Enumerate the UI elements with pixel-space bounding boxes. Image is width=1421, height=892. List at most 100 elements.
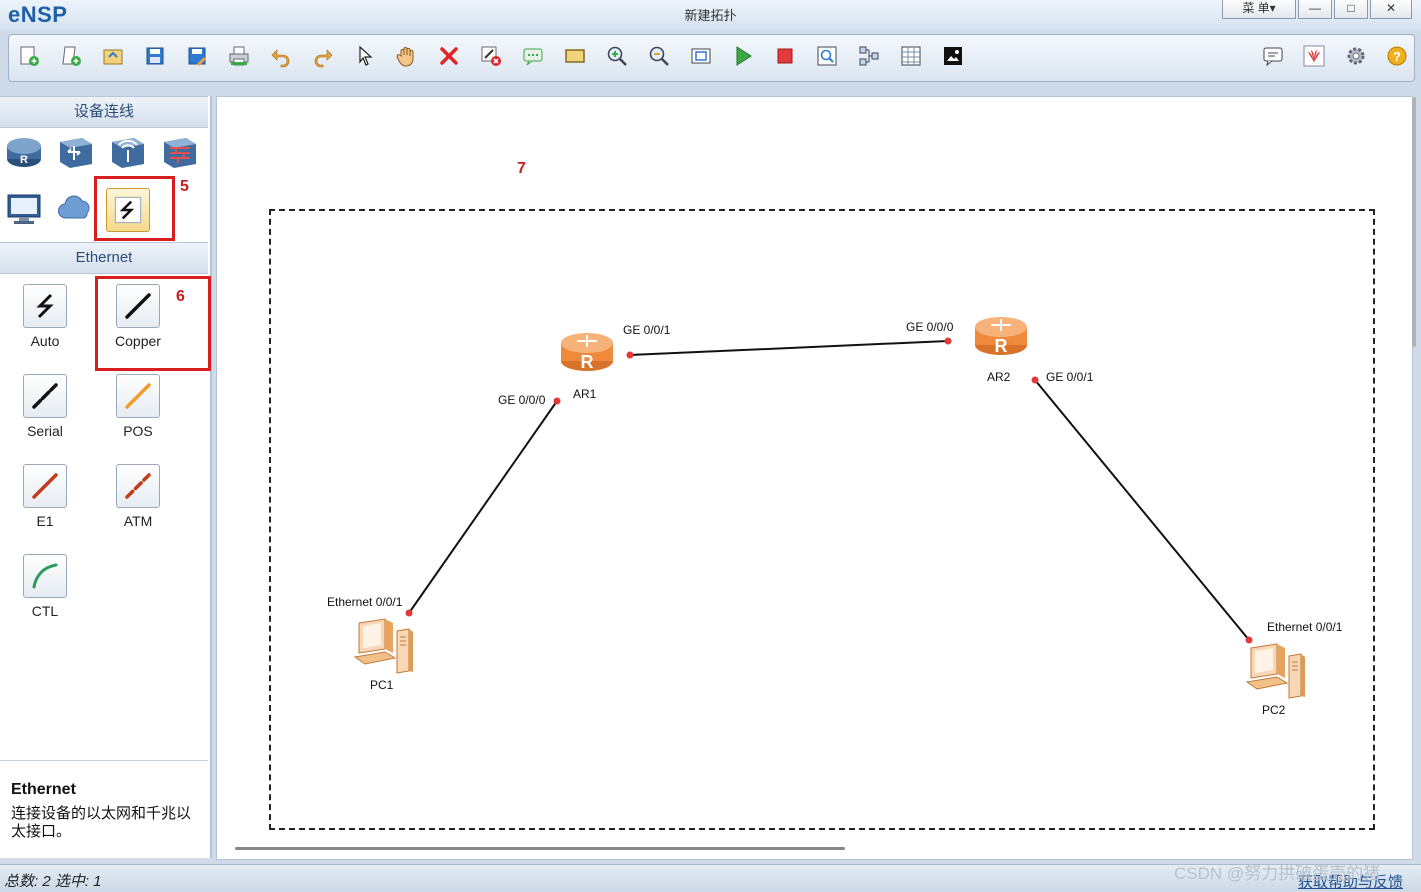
device-section-header: 设备连线 <box>0 96 208 128</box>
port-label: Ethernet 0/0/1 <box>327 595 403 609</box>
cable-pos[interactable]: POS <box>114 374 162 444</box>
cable-atm[interactable]: ATM <box>114 464 162 534</box>
router-icon: R <box>561 333 613 372</box>
switch-category-icon[interactable] <box>56 132 96 172</box>
cable-label: CTL <box>31 603 59 619</box>
window-title: 新建拓扑 <box>684 8 737 23</box>
e1-cable-icon <box>23 464 67 508</box>
horizontal-scrollbar[interactable] <box>235 847 845 850</box>
pc-pc2[interactable] <box>1243 642 1307 702</box>
port-dot <box>626 351 634 359</box>
port-dot <box>944 337 952 345</box>
links-layer <box>405 337 1253 644</box>
annotation-5: 5 <box>180 178 189 195</box>
save-as-icon[interactable] <box>185 44 209 68</box>
redo-icon[interactable] <box>311 44 335 68</box>
link-ar1-ar2 <box>629 340 949 356</box>
router-ar1[interactable]: R <box>559 327 615 375</box>
svg-text:R: R <box>995 336 1008 356</box>
text-comment-icon[interactable] <box>521 44 545 68</box>
cable-label: E1 <box>36 513 54 529</box>
atm-cable-icon <box>116 464 160 508</box>
auto-cable-icon <box>23 284 67 328</box>
highlight-box-5 <box>94 176 175 241</box>
zoom-in-icon[interactable] <box>605 44 629 68</box>
left-panel: 设备连线 R 5 Ethernet Auto Copper 6 Serial P… <box>0 96 212 858</box>
chat-icon[interactable] <box>1261 44 1285 68</box>
ar2-label: AR2 <box>987 370 1011 384</box>
capture-icon[interactable] <box>815 44 839 68</box>
menu-button[interactable]: 菜 单▾ <box>1222 0 1296 19</box>
start-icon[interactable] <box>731 44 755 68</box>
minimize-button[interactable]: — <box>1298 0 1332 19</box>
delete-icon[interactable] <box>437 44 461 68</box>
delete-links-icon[interactable] <box>479 44 503 68</box>
serial-cable-icon <box>23 374 67 418</box>
ctl-cable-icon <box>23 554 67 598</box>
cable-label: Serial <box>27 423 63 439</box>
data-table-icon[interactable] <box>899 44 923 68</box>
ar1-label: AR1 <box>573 387 597 401</box>
pan-hand-icon[interactable] <box>395 44 419 68</box>
app-name: eNSP <box>8 2 68 27</box>
cable-label: POS <box>123 423 153 439</box>
port-label: GE 0/0/1 <box>1046 370 1094 384</box>
status-bar: 总数: 2 选中: 1 获取帮助与反馈 CSDN @努力拱破蛋壳的猪 <box>0 864 1421 891</box>
port-dot <box>553 397 561 405</box>
router-ar2[interactable]: R <box>973 311 1029 359</box>
close-button[interactable]: ✕ <box>1370 0 1412 19</box>
firewall-category-icon[interactable] <box>160 132 200 172</box>
rectangle-icon[interactable] <box>563 44 587 68</box>
pc2-label: PC2 <box>1262 703 1286 717</box>
port-dot <box>1031 376 1039 384</box>
select-pointer-icon[interactable] <box>353 44 377 68</box>
new-topology-icon[interactable] <box>17 44 41 68</box>
router-category-icon[interactable]: R <box>4 132 44 172</box>
cloud-category-icon[interactable] <box>56 188 96 228</box>
save-icon[interactable] <box>143 44 167 68</box>
pos-cable-icon <box>116 374 160 418</box>
fit-view-icon[interactable] <box>689 44 713 68</box>
topology-canvas[interactable]: 7 R AR1 R AR2 PC1 PC2 GE 0/0/1 GE 0/0/0 … <box>216 96 1416 860</box>
pc-pc1[interactable] <box>351 617 415 677</box>
print-icon[interactable] <box>227 44 251 68</box>
main-toolbar: ? <box>8 34 1415 82</box>
maximize-button[interactable]: □ <box>1334 0 1368 19</box>
port-label: GE 0/0/1 <box>623 323 671 337</box>
port-label: GE 0/0/0 <box>498 393 546 407</box>
port-label: GE 0/0/0 <box>906 320 954 334</box>
router-icon: R <box>975 317 1027 356</box>
svg-text:?: ? <box>1393 49 1401 64</box>
topology-icon[interactable] <box>857 44 881 68</box>
svg-text:R: R <box>581 352 594 372</box>
wireless-category-icon[interactable] <box>108 132 148 172</box>
help-icon[interactable]: ? <box>1385 44 1409 68</box>
description-panel: Ethernet 连接设备的以太网和千兆以太接口。 <box>0 760 208 859</box>
cable-e1[interactable]: E1 <box>21 464 69 534</box>
screenshot-icon[interactable] <box>941 44 965 68</box>
pc-icon <box>1245 643 1305 699</box>
cable-ctl[interactable]: CTL <box>21 554 69 624</box>
description-title: Ethernet <box>11 781 76 798</box>
zoom-out-icon[interactable] <box>647 44 671 68</box>
cable-serial[interactable]: Serial <box>21 374 69 444</box>
vertical-scrollbar[interactable] <box>1412 97 1416 347</box>
gear-icon[interactable] <box>1344 44 1368 68</box>
new-lab-icon[interactable] <box>59 44 83 68</box>
port-label: Ethernet 0/0/1 <box>1267 620 1343 634</box>
stop-icon[interactable] <box>773 44 797 68</box>
pc-icon <box>353 618 413 674</box>
open-icon[interactable] <box>101 44 125 68</box>
highlight-box-6 <box>95 276 211 371</box>
watermark: CSDN @努力拱破蛋壳的猪 <box>1174 864 1381 883</box>
svg-text:R: R <box>20 154 28 166</box>
description-text: 连接设备的以太网和千兆以太接口。 <box>11 805 192 840</box>
pc-category-icon[interactable] <box>4 188 44 228</box>
huawei-icon[interactable] <box>1302 44 1326 68</box>
undo-icon[interactable] <box>269 44 293 68</box>
app-logo: eNSP <box>8 2 67 28</box>
title-bar: eNSP 新建拓扑 菜 单▾ — □ ✕ <box>0 0 1421 30</box>
cable-auto[interactable]: Auto <box>21 284 69 354</box>
cable-section-header: Ethernet <box>0 242 208 274</box>
annotation-6: 6 <box>176 288 185 305</box>
